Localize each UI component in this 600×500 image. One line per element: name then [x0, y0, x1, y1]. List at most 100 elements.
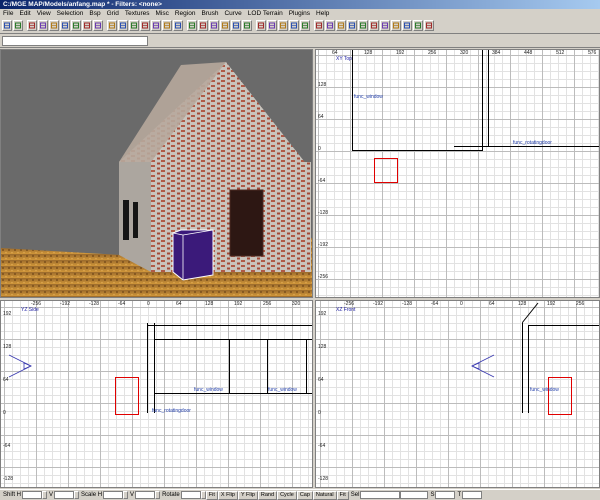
show-entities-button[interactable] — [289, 20, 299, 31]
cap-button[interactable] — [256, 20, 266, 31]
plugin-4-button[interactable] — [347, 20, 357, 31]
y-flip-button[interactable]: Y Flip — [237, 490, 258, 500]
scale-v-spin[interactable] — [155, 491, 161, 499]
selection-slider[interactable] — [360, 491, 401, 499]
flip-z-button[interactable] — [60, 20, 70, 31]
top-y-tick: 64 — [318, 114, 324, 120]
menu-grid[interactable]: Grid — [104, 9, 122, 18]
flip-x-button[interactable] — [38, 20, 48, 31]
plugin-10-icon — [415, 22, 421, 29]
cycle-button[interactable]: Cycle — [277, 490, 297, 500]
shift-h-label: Shift H — [3, 492, 22, 498]
rotate-field[interactable] — [180, 491, 201, 499]
x-flip-button[interactable]: X Flip — [217, 490, 238, 500]
texture-lock-button[interactable] — [198, 20, 208, 31]
plugin-3-button[interactable] — [336, 20, 346, 31]
side-viewport[interactable]: YZ Side func_window func_window func_rot… — [0, 300, 313, 488]
menu-misc[interactable]: Misc — [152, 9, 171, 18]
menu-curve[interactable]: Curve — [221, 9, 244, 18]
top-viewport[interactable]: XY Top func_window func_rotatingdoor 64 1… — [315, 49, 600, 298]
menu-region[interactable]: Region — [172, 9, 199, 18]
s-field[interactable] — [435, 491, 456, 499]
camera-button[interactable] — [209, 20, 219, 31]
plugin-5-button[interactable] — [358, 20, 368, 31]
flip-x-icon — [40, 22, 46, 29]
csg-subtract-button[interactable] — [140, 20, 150, 31]
side-x-tick: 0 — [147, 301, 150, 307]
cut-button[interactable] — [27, 20, 37, 31]
selected-brush-3d[interactable] — [172, 229, 214, 281]
save-button[interactable] — [13, 20, 23, 31]
selected-brush-front[interactable] — [548, 377, 572, 415]
fit-texture-button[interactable]: Fit — [336, 490, 349, 500]
select-inside-button[interactable] — [129, 20, 139, 31]
plugin-10-button[interactable] — [413, 20, 423, 31]
t-field[interactable] — [462, 491, 483, 499]
cap-icon — [258, 22, 264, 29]
scale-v-field[interactable] — [135, 491, 156, 499]
open-button[interactable] — [2, 20, 12, 31]
menu-lod-terrain[interactable]: LOD Terrain — [245, 9, 286, 18]
front-x-tick: 256 — [576, 301, 585, 307]
cap-button[interactable]: Cap — [296, 490, 313, 500]
front-y-tick: 0 — [318, 410, 321, 416]
shift-h-spin[interactable] — [42, 491, 48, 499]
select-complete-button[interactable] — [107, 20, 117, 31]
show-entities-icon — [291, 22, 297, 29]
flip-y-button[interactable] — [49, 20, 59, 31]
patch-button[interactable] — [231, 20, 241, 31]
weld-button[interactable] — [278, 20, 288, 31]
shift-h-field[interactable] — [22, 491, 43, 499]
clipper-button[interactable] — [173, 20, 183, 31]
front-y-tick: -64 — [318, 443, 326, 449]
rand-button[interactable]: Rand — [257, 490, 278, 500]
plugin-1-button[interactable] — [314, 20, 324, 31]
hollow-button[interactable] — [162, 20, 172, 31]
plugin-2-button[interactable] — [325, 20, 335, 31]
dropdown-button[interactable] — [300, 20, 310, 31]
change-views-button[interactable] — [187, 20, 197, 31]
menu-bsp[interactable]: Bsp — [86, 9, 103, 18]
bend-button[interactable] — [242, 20, 252, 31]
plugin-7-button[interactable] — [380, 20, 390, 31]
camera-viewport[interactable] — [0, 49, 313, 298]
csg-merge-icon — [153, 22, 159, 29]
menu-plugins[interactable]: Plugins — [286, 9, 313, 18]
scale-h-spin[interactable] — [123, 491, 129, 499]
side-window-right — [133, 202, 138, 238]
menu-help[interactable]: Help — [313, 9, 332, 18]
entity-button[interactable] — [220, 20, 230, 31]
rotate-z-button[interactable] — [93, 20, 103, 31]
top-x-tick: 512 — [556, 50, 565, 56]
csg-merge-button[interactable] — [151, 20, 161, 31]
menu-edit[interactable]: Edit — [16, 9, 33, 18]
menu-bar: File Edit View Selection Bsp Grid Textures Misc… — [0, 9, 600, 18]
front-viewport[interactable]: XZ Front func_window -256 -192 -128 -64 0 64 1… — [315, 300, 600, 488]
drill-button[interactable] — [267, 20, 277, 31]
rotate-y-button[interactable] — [82, 20, 92, 31]
fit-button[interactable]: Fit — [205, 490, 218, 500]
menu-file[interactable]: File — [0, 9, 16, 18]
plugin-9-button[interactable] — [402, 20, 412, 31]
shift-v-field[interactable] — [54, 491, 75, 499]
select-touching-button[interactable] — [118, 20, 128, 31]
shift-v-spin[interactable] — [74, 491, 80, 499]
plugin-8-button[interactable] — [391, 20, 401, 31]
find-input[interactable] — [2, 36, 148, 46]
flip-y-icon — [51, 22, 57, 29]
side-y-tick: 64 — [3, 377, 9, 383]
plugin-6-button[interactable] — [369, 20, 379, 31]
natural-button[interactable]: Natural — [312, 490, 337, 500]
plugin-11-button[interactable] — [424, 20, 434, 31]
menu-brush[interactable]: Brush — [198, 9, 221, 18]
selection-field[interactable] — [400, 491, 429, 499]
menu-textures[interactable]: Textures — [122, 9, 153, 18]
scale-h-field[interactable] — [103, 491, 124, 499]
menu-selection[interactable]: Selection — [54, 9, 87, 18]
selected-brush-top[interactable] — [374, 158, 398, 183]
rotate-x-button[interactable] — [71, 20, 81, 31]
side-x-tick: 64 — [176, 301, 182, 307]
selected-brush-side[interactable] — [115, 377, 139, 415]
front-x-tick: 128 — [518, 301, 527, 307]
menu-view[interactable]: View — [34, 9, 54, 18]
